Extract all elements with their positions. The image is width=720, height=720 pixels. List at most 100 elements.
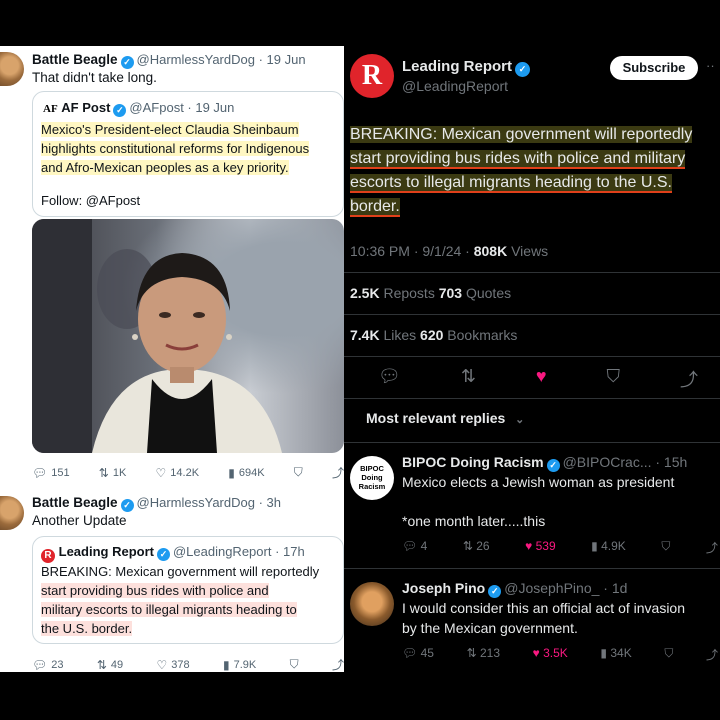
views-button[interactable]: ▮ 7.9K — [223, 656, 256, 672]
author-name[interactable]: Battle Beagle — [32, 495, 118, 510]
quoted-tweet[interactable]: R Leading Report ✓ @LeadingReport · 17h BR… — [32, 536, 344, 644]
verified-icon: ✓ — [515, 62, 531, 77]
reply-text-2: *one month later.....this — [402, 513, 546, 529]
verified-icon: ✓ — [488, 585, 502, 598]
avatar[interactable] — [0, 52, 24, 86]
tweet-text: Another Update — [32, 513, 127, 528]
tweet-text: That didn't take long. — [32, 70, 157, 85]
reply-text: I would consider this an official act of… — [402, 600, 686, 616]
share-icon[interactable]: ⤴ — [706, 646, 718, 663]
reply-icon: 💬︎ — [402, 539, 418, 553]
reply-button[interactable]: 💬︎ 45 — [402, 646, 434, 663]
repost-icon: ⇅ — [96, 657, 107, 672]
quote-handle-time: @LeadingReport · 17h — [172, 544, 305, 559]
heart-icon: ♡ — [155, 465, 167, 480]
divider — [344, 314, 720, 315]
avatar[interactable]: BIPOC Doing Racism — [350, 456, 394, 500]
heart-icon: ♥ — [525, 539, 533, 553]
like-bookmark-stats[interactable]: 7.4K Likes 620 Bookmarks — [350, 327, 517, 343]
bookmark-icon[interactable]: ⛉ — [661, 539, 670, 556]
bookmark-button[interactable]: ⛉ — [294, 464, 303, 481]
divider — [344, 356, 720, 357]
reply-icon: 💬︎ — [402, 646, 418, 660]
verified-icon: ✓ — [120, 499, 134, 512]
heart-icon: ♥ — [532, 646, 540, 660]
like-button[interactable]: ♥ 3.5K — [533, 646, 568, 663]
more-options-icon[interactable]: ·· — [706, 58, 715, 73]
quoted-tweet[interactable]: AF AF Post ✓ @AFpost · 19 Jun Mexico's Pre… — [32, 91, 344, 217]
repost-button[interactable]: ⇅ 49 — [97, 656, 123, 672]
portrait-illustration — [32, 219, 282, 453]
post-timestamp: 10:36 PM · 9/1/24 · 808K Views — [350, 243, 549, 259]
bookmark-icon[interactable]: ⛉ — [664, 646, 673, 663]
reply-icon[interactable]: 💬︎ — [378, 366, 401, 392]
bookmark-icon[interactable]: ⛉ — [607, 366, 621, 392]
repost-button[interactable]: ⇅ 1K — [99, 464, 127, 481]
afpost-logo: AF — [43, 103, 58, 115]
tweet-actions: 💬︎ 23 ⇅ 49 ♡ 378 ▮ 7.9K ⛉ ⤴ — [32, 656, 344, 672]
divider — [344, 442, 720, 443]
avatar[interactable] — [350, 582, 394, 626]
views-button[interactable]: ▮ 4.9K — [591, 539, 626, 556]
reply-actions: 💬︎ 45 ⇅ 213 ♥ 3.5K ▮ 34K ⛉ ⤴ — [402, 646, 718, 663]
share-icon: ⤴ — [331, 466, 344, 480]
like-button[interactable]: ♥ 539 — [525, 539, 556, 556]
repost-icon[interactable]: ⇅ — [461, 366, 476, 392]
author-name[interactable]: BIPOC Doing Racism — [402, 454, 544, 470]
share-button[interactable]: ⤴ — [332, 464, 344, 481]
author-handle-time: @HarmlessYardDog · 19 Jun — [136, 52, 306, 67]
bookmark-button[interactable]: ⛉ — [290, 656, 299, 672]
avatar[interactable] — [0, 496, 24, 530]
share-icon[interactable]: ⤴ — [706, 539, 718, 556]
screenshot-collage: Battle Beagle ✓ @HarmlessYardDog · 19 Jun … — [0, 0, 720, 720]
like-button[interactable]: ♡ 378 — [157, 656, 190, 672]
claudia-sheinbaum-photo[interactable] — [32, 219, 344, 453]
leading-report-avatar[interactable]: R — [350, 54, 394, 98]
post-text: BREAKING: Mexican government will report… — [350, 126, 693, 217]
heart-icon[interactable]: ♥ — [536, 366, 547, 392]
repost-icon: ⇅ — [466, 646, 477, 660]
author-name[interactable]: Battle Beagle — [32, 52, 118, 67]
author-name[interactable]: Leading Report — [402, 58, 512, 75]
repost-button[interactable]: ⇅ 213 — [467, 646, 500, 663]
reply-button[interactable]: 💬︎ 151 — [32, 464, 70, 481]
left-light-panel: Battle Beagle ✓ @HarmlessYardDog · 19 Jun … — [0, 46, 344, 672]
repost-quote-stats[interactable]: 2.5K Reposts 703 Quotes — [350, 285, 511, 301]
views-count: 808K — [473, 243, 508, 259]
reply-text: Mexico elects a Jewish woman as presiden… — [402, 474, 675, 490]
share-icon[interactable]: ⤴ — [680, 366, 698, 392]
quote-author-name[interactable]: Leading Report — [59, 544, 154, 559]
heart-icon: ♡ — [156, 657, 168, 672]
author-handle-time: @JosephPino_ · 1d — [504, 580, 628, 596]
verified-icon: ✓ — [546, 459, 560, 472]
verified-icon: ✓ — [113, 104, 127, 117]
views-chart-icon: ▮ — [600, 646, 608, 660]
author-handle[interactable]: @LeadingReport — [402, 78, 508, 94]
verified-icon: ✓ — [156, 548, 170, 561]
reply-icon: 💬︎ — [32, 657, 48, 672]
divider — [344, 398, 720, 399]
divider — [344, 272, 720, 273]
like-button[interactable]: ♡ 14.2K — [156, 464, 200, 481]
post-action-bar: 💬︎ ⇅ ♥ ⛉ ⤴ — [378, 366, 698, 392]
reply-icon: 💬︎ — [32, 465, 48, 480]
share-icon: ⤴ — [331, 658, 344, 672]
repost-button[interactable]: ⇅ 26 — [463, 539, 490, 556]
reply-button[interactable]: 💬︎ 23 — [32, 656, 63, 672]
author-handle-time: @BIPOCrac... · 15h — [562, 454, 688, 470]
subscribe-button[interactable]: Subscribe — [610, 56, 698, 80]
views-chart-icon: ▮ — [591, 539, 598, 553]
repost-icon: ⇅ — [98, 465, 109, 480]
share-button[interactable]: ⤴ — [332, 656, 344, 672]
verified-icon: ✓ — [120, 56, 134, 69]
author-name[interactable]: Joseph Pino — [402, 580, 485, 596]
views-button[interactable]: ▮ 34K — [600, 646, 631, 663]
reply-button[interactable]: 💬︎ 4 — [402, 539, 427, 556]
replies-sort-dropdown[interactable]: Most relevant replies ⌄ — [366, 410, 524, 426]
views-button[interactable]: ▮ 694K — [228, 464, 264, 481]
divider — [344, 568, 720, 569]
quote-author-name[interactable]: AF Post — [61, 100, 110, 115]
right-dark-panel: R Leading Report ✓ @LeadingReport Subscri… — [344, 46, 720, 672]
chevron-down-icon: ⌄ — [515, 414, 525, 426]
quote-follow-text: Follow: @AFpost — [41, 193, 141, 208]
